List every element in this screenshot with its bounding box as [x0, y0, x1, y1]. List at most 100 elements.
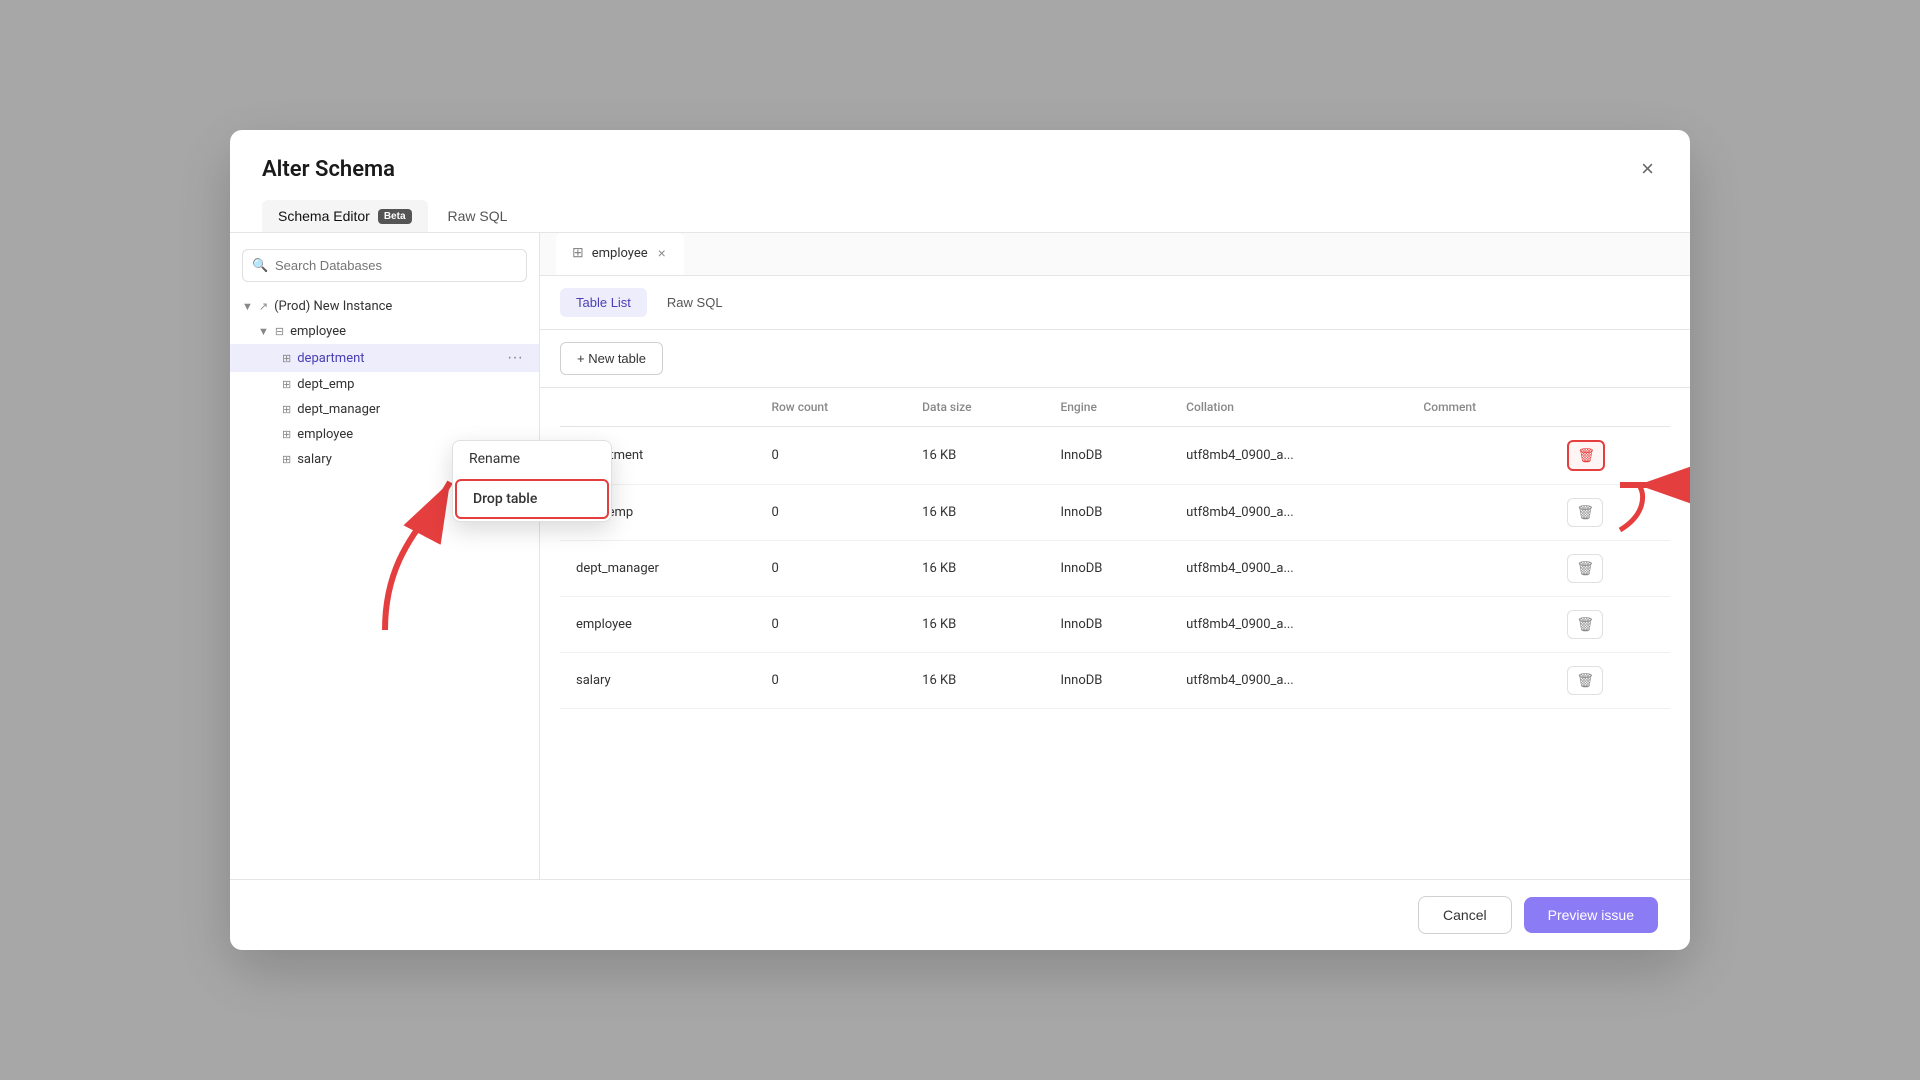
table-row: department 0 16 KB InnoDB utf8mb4_0900_a…: [560, 427, 1670, 485]
table-icon: ⊞: [282, 403, 291, 416]
cell-data-size: 16 KB: [906, 541, 1044, 597]
cell-actions: 🗑: [1551, 653, 1670, 709]
instance-label: (Prod) New Instance: [274, 299, 527, 314]
modal-header: Alter Schema ×: [230, 130, 1690, 184]
tab-schema-editor[interactable]: Schema Editor Beta: [262, 200, 428, 232]
table-body: department 0 16 KB InnoDB utf8mb4_0900_a…: [560, 427, 1670, 709]
table-label: dept_emp: [297, 377, 527, 392]
cell-row-count: 0: [755, 427, 906, 485]
delete-table-button[interactable]: 🗑: [1567, 498, 1603, 527]
table-area: Row count Data size Engine Collation Com…: [540, 388, 1690, 879]
search-input[interactable]: [242, 249, 527, 282]
tab-table-list[interactable]: Table List: [560, 288, 647, 317]
more-options-button[interactable]: ···: [503, 349, 527, 367]
cell-actions: 🗑: [1551, 427, 1670, 485]
tab-content-raw-sql[interactable]: Raw SQL: [651, 288, 739, 317]
table-icon: ⊞: [282, 453, 291, 466]
modal-body: 🔍 ▼ ↗ (Prod) New Instance ▼ ⊟ employee ⊞…: [230, 233, 1690, 879]
cell-comment: [1407, 541, 1551, 597]
db-label: employee: [290, 324, 527, 339]
content-tabs: Table List Raw SQL: [540, 276, 1690, 330]
modal-footer: Cancel Preview issue: [230, 879, 1690, 950]
main-content: ⊞ employee × Table List Raw SQL + New ta…: [540, 233, 1690, 879]
db-tab-icon: ⊞: [572, 245, 584, 261]
modal-overlay: Alter Schema × Schema Editor Beta Raw SQ…: [0, 0, 1920, 1080]
table-label: dept_manager: [297, 402, 527, 417]
table-row: dept_manager 0 16 KB InnoDB utf8mb4_0900…: [560, 541, 1670, 597]
instance-icon: ↗: [259, 300, 268, 313]
cell-actions: 🗑: [1551, 541, 1670, 597]
db-tab-close-button[interactable]: ×: [656, 246, 668, 260]
db-icon: ⊟: [275, 325, 284, 338]
cell-actions: 🗑: [1551, 597, 1670, 653]
beta-badge: Beta: [378, 209, 412, 224]
table-icon: ⊞: [282, 352, 291, 365]
cell-collation: utf8mb4_0900_a...: [1170, 427, 1407, 485]
db-tab-bar: ⊞ employee ×: [540, 233, 1690, 276]
context-menu: Rename Drop table: [452, 440, 612, 522]
table-header-row: Row count Data size Engine Collation Com…: [560, 388, 1670, 427]
delete-table-button[interactable]: 🗑: [1567, 610, 1603, 639]
cell-engine: InnoDB: [1044, 597, 1170, 653]
col-actions: [1551, 388, 1670, 427]
cell-data-size: 16 KB: [906, 485, 1044, 541]
context-menu-rename[interactable]: Rename: [453, 441, 611, 477]
cell-name: dept_manager: [560, 541, 755, 597]
sidebar: 🔍 ▼ ↗ (Prod) New Instance ▼ ⊟ employee ⊞…: [230, 233, 540, 879]
cell-actions: 🗑: [1551, 485, 1670, 541]
sidebar-item-employee-db[interactable]: ▼ ⊟ employee: [230, 319, 539, 344]
cancel-button[interactable]: Cancel: [1418, 896, 1512, 934]
sidebar-item-prod-instance[interactable]: ▼ ↗ (Prod) New Instance: [230, 294, 539, 319]
employee-db-tab[interactable]: ⊞ employee ×: [556, 233, 684, 275]
cell-comment: [1407, 597, 1551, 653]
cell-data-size: 16 KB: [906, 597, 1044, 653]
cell-collation: utf8mb4_0900_a...: [1170, 485, 1407, 541]
new-table-button[interactable]: + New table: [560, 342, 663, 375]
cell-comment: [1407, 427, 1551, 485]
sidebar-item-dept-manager[interactable]: ⊞ dept_manager: [230, 397, 539, 422]
col-collation: Collation: [1170, 388, 1407, 427]
search-icon: 🔍: [252, 258, 268, 273]
delete-table-button[interactable]: 🗑: [1567, 440, 1605, 471]
table-icon: ⊞: [282, 378, 291, 391]
expand-icon: ▼: [242, 300, 253, 313]
cell-data-size: 16 KB: [906, 427, 1044, 485]
delete-table-button[interactable]: 🗑: [1567, 666, 1603, 695]
cell-engine: InnoDB: [1044, 653, 1170, 709]
sidebar-item-department[interactable]: ⊞ department ···: [230, 344, 539, 372]
col-comment: Comment: [1407, 388, 1551, 427]
expand-icon: ▼: [258, 325, 269, 338]
col-name: [560, 388, 755, 427]
modal-tabs: Schema Editor Beta Raw SQL: [230, 184, 1690, 233]
cell-name: employee: [560, 597, 755, 653]
col-row-count: Row count: [755, 388, 906, 427]
cell-collation: utf8mb4_0900_a...: [1170, 541, 1407, 597]
preview-issue-button[interactable]: Preview issue: [1524, 897, 1658, 933]
alter-schema-modal: Alter Schema × Schema Editor Beta Raw SQ…: [230, 130, 1690, 950]
cell-collation: utf8mb4_0900_a...: [1170, 653, 1407, 709]
cell-engine: InnoDB: [1044, 485, 1170, 541]
col-data-size: Data size: [906, 388, 1044, 427]
table-row: salary 0 16 KB InnoDB utf8mb4_0900_a... …: [560, 653, 1670, 709]
modal-title: Alter Schema: [262, 157, 395, 182]
table-row: dept_emp 0 16 KB InnoDB utf8mb4_0900_a..…: [560, 485, 1670, 541]
sidebar-item-dept-emp[interactable]: ⊞ dept_emp: [230, 372, 539, 397]
cell-comment: [1407, 653, 1551, 709]
context-menu-drop-table[interactable]: Drop table: [455, 479, 609, 519]
cell-row-count: 0: [755, 597, 906, 653]
table-label: department: [297, 351, 499, 366]
col-engine: Engine: [1044, 388, 1170, 427]
search-box: 🔍: [242, 249, 527, 282]
table-icon: ⊞: [282, 428, 291, 441]
cell-comment: [1407, 485, 1551, 541]
cell-name: salary: [560, 653, 755, 709]
schema-editor-label: Schema Editor: [278, 208, 370, 224]
close-button[interactable]: ×: [1637, 154, 1658, 184]
delete-table-button[interactable]: 🗑: [1567, 554, 1603, 583]
cell-collation: utf8mb4_0900_a...: [1170, 597, 1407, 653]
cell-row-count: 0: [755, 485, 906, 541]
cell-data-size: 16 KB: [906, 653, 1044, 709]
table-row: employee 0 16 KB InnoDB utf8mb4_0900_a..…: [560, 597, 1670, 653]
cell-row-count: 0: [755, 653, 906, 709]
tab-raw-sql[interactable]: Raw SQL: [432, 200, 524, 232]
